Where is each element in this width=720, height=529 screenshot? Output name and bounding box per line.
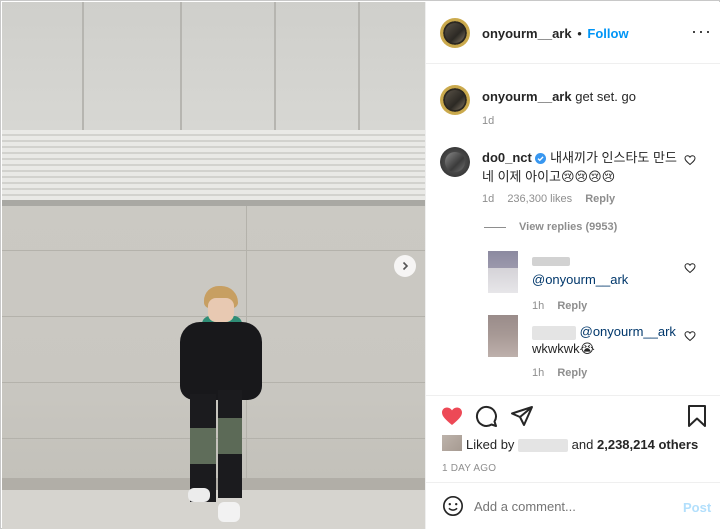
reply-time: 1h [532,367,545,379]
add-comment-bar: Post [426,482,720,529]
header-separator: • [577,26,582,41]
comment-meta: 1d 236,300 likes Reply [482,193,615,205]
liker-avatar[interactable] [442,435,462,451]
caption-text: get set. go [575,89,636,104]
reply-mention[interactable]: @onyourm__ark [532,272,628,287]
comment-icon[interactable] [474,404,498,428]
post-photo[interactable] [2,2,425,529]
commenter-username[interactable]: do0_nct [482,150,532,165]
bookmark-icon[interactable] [686,404,708,428]
reply-avatar[interactable] [488,251,518,293]
comment-time: 1d [482,193,495,205]
commenter-avatar[interactable] [440,147,470,177]
comment-likes[interactable]: 236,300 likes [507,193,572,205]
likes-prefix: Liked by [466,437,515,452]
author-avatar[interactable] [440,18,470,48]
comment: do0_nct 내새끼가 인스타도 만드네 이제 아이고😢😢😢😢 [482,149,682,185]
post-comment-button[interactable]: Post [683,500,711,515]
more-icon[interactable]: ··· [691,22,712,40]
reply-meta: 1h Reply [532,300,587,312]
post-side-panel: onyourm__ark • Follow ··· onyourm__ark g… [425,2,720,529]
caption: onyourm__ark get set. go [482,89,636,104]
photo-ceiling [2,2,425,152]
post-header: onyourm__ark • Follow ··· [426,2,720,64]
likes-count[interactable]: 2,238,214 others [597,437,698,452]
reply-time: 1h [532,300,545,312]
next-arrow-icon[interactable] [394,255,416,277]
comments-list[interactable]: onyourm__ark get set. go 1d do0_nct 내새끼가… [426,65,720,395]
reply-button[interactable]: Reply [557,300,587,312]
caption-time: 1d [482,115,495,127]
replies-divider [484,227,506,228]
reply-like-icon[interactable] [684,262,696,274]
photo-person [174,282,264,529]
author-username[interactable]: onyourm__ark [482,26,572,41]
reply-meta: 1h Reply [532,367,587,379]
photo-vent-band [2,130,425,202]
reply-header: @onyourm__ark [532,324,676,340]
reply-text: wkwkwk😭 [532,341,595,356]
verified-icon [535,151,547,168]
likes-summary: Liked by and 2,238,214 others [466,437,698,453]
emoji-icon[interactable] [442,495,464,517]
caption-avatar[interactable] [440,85,470,115]
heart-icon[interactable] [439,404,465,428]
comment-reply-button[interactable]: Reply [585,193,615,205]
post-time: 1 DAY AGO [442,463,497,474]
reply-like-icon[interactable] [684,330,696,342]
comment-like-icon[interactable] [684,154,696,166]
reply-avatar[interactable] [488,315,518,357]
view-replies-button[interactable]: View replies (9953) [519,221,617,233]
reply-button[interactable]: Reply [557,367,587,379]
post-window: onyourm__ark • Follow ··· onyourm__ark g… [0,0,720,529]
add-comment-input[interactable] [474,495,664,517]
share-icon[interactable] [510,404,534,428]
reply-mention[interactable]: @onyourm__ark [580,324,676,339]
caption-username[interactable]: onyourm__ark [482,89,572,104]
follow-button[interactable]: Follow [587,26,628,41]
reply-username-blurred [532,253,570,268]
likes-and: and [571,437,594,452]
